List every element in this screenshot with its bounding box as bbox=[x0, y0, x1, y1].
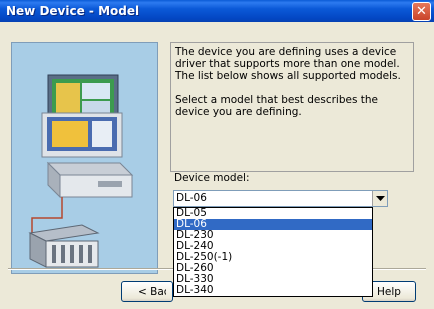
computer-plc-illustration bbox=[12, 43, 157, 273]
info-panel: The device you are defining uses a devic… bbox=[170, 42, 414, 172]
dialog-body: The device you are defining uses a devic… bbox=[0, 22, 434, 309]
dropdown-arrow-button[interactable] bbox=[372, 191, 387, 206]
close-icon: ✕ bbox=[416, 4, 427, 19]
chevron-down-icon bbox=[375, 195, 385, 201]
device-model-label: Device model: bbox=[174, 172, 250, 184]
title-bar: New Device - Model ✕ bbox=[0, 0, 434, 22]
device-model-value: DL-06 bbox=[176, 192, 207, 204]
back-button[interactable]: < Back bbox=[121, 281, 173, 302]
wizard-illustration bbox=[11, 42, 158, 274]
close-button[interactable]: ✕ bbox=[412, 2, 431, 21]
help-button-label: Help bbox=[377, 285, 401, 298]
device-model-dropdown-list: DL-05 DL-06 DL-230 DL-240 DL-250(-1) DL-… bbox=[173, 207, 373, 297]
window-title: New Device - Model bbox=[6, 4, 140, 18]
info-description: The device you are defining uses a devic… bbox=[175, 46, 401, 82]
back-button-label: < Back bbox=[138, 285, 166, 298]
option-dl-340[interactable]: DL-340 bbox=[174, 285, 372, 296]
info-instruction: Select a model that best describes the d… bbox=[175, 94, 379, 118]
device-model-select[interactable]: DL-06 bbox=[173, 190, 388, 207]
